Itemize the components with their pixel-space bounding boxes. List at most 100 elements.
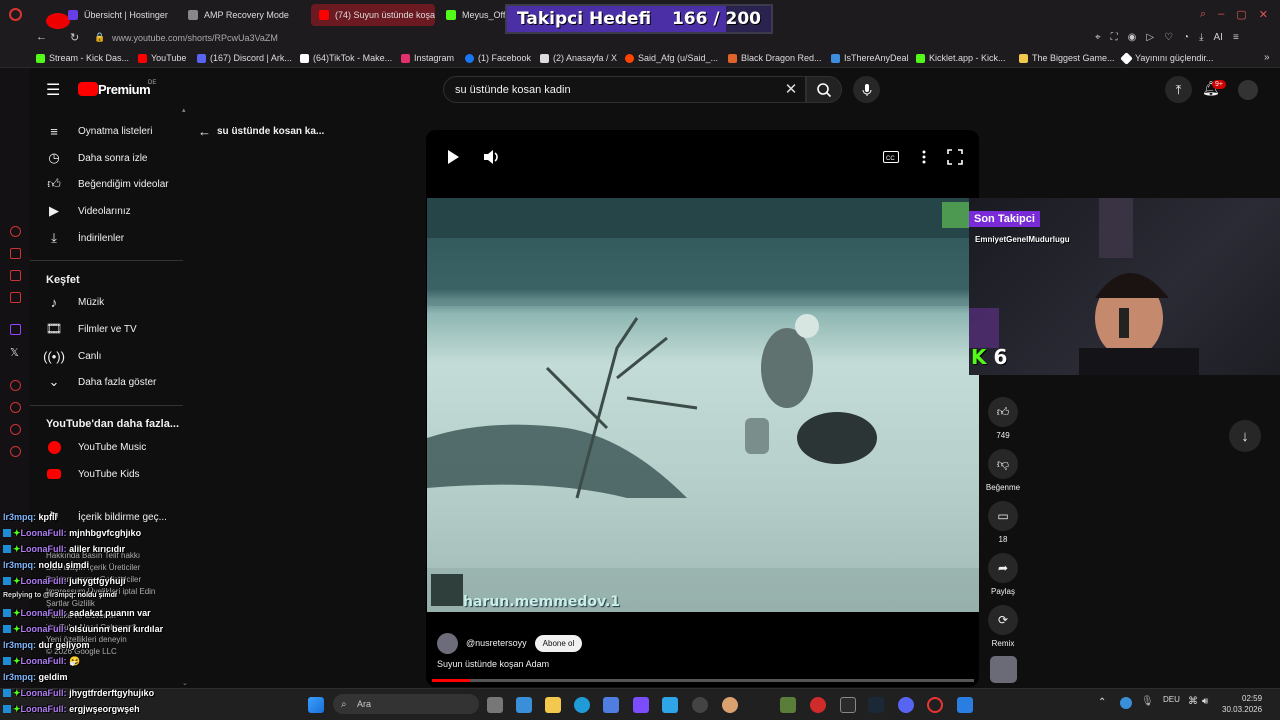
play-icon[interactable] <box>444 148 462 166</box>
wallet-icon[interactable] <box>10 248 21 259</box>
sidebar-item-youtube-music[interactable]: YouTube Music <box>30 434 180 460</box>
bookmark-youtube[interactable]: YouTube <box>138 53 186 63</box>
tray-mic-icon[interactable]: 🎙︎ <box>1141 696 1154 707</box>
fullscreen-icon[interactable] <box>946 148 964 166</box>
more-options-icon[interactable] <box>915 148 933 166</box>
bookmark-facebook[interactable]: (1) Facebook <box>465 53 531 63</box>
heart-icon[interactable]: ♡ <box>1164 32 1173 43</box>
extensions-icon[interactable] <box>10 424 21 435</box>
remix-button[interactable]: ⟳ Remix <box>988 605 1018 648</box>
twitch-icon[interactable] <box>10 324 21 335</box>
bookmark-kick-stream[interactable]: Stream - Kick Das... <box>36 53 129 63</box>
bookmark-tiktok[interactable]: (64)TikTok - Make... <box>300 53 392 63</box>
sidebar-item-downloads[interactable]: ⤓ İndirilenler <box>30 225 180 251</box>
epic-games-icon[interactable] <box>840 697 856 713</box>
maximize-icon[interactable]: ▢ <box>1236 8 1246 22</box>
app-round-icon[interactable] <box>722 697 738 713</box>
bookmark-kicklet[interactable]: Kicklet.app - Kick... <box>916 53 1006 63</box>
channel-avatar[interactable] <box>437 632 458 654</box>
minecraft-icon[interactable] <box>780 697 796 713</box>
like-button[interactable]: 👍︎ 749 <box>988 397 1018 440</box>
scroll-up-arrow-icon[interactable]: ▴ <box>182 106 186 114</box>
snapshot-icon[interactable]: ⛶ <box>1111 32 1118 43</box>
x-sidebar-icon[interactable]: 𝕏 <box>10 346 19 359</box>
bookmark-yayin[interactable]: Yayınını güçlendir... <box>1120 51 1213 65</box>
taskbar-search[interactable]: ⌕ Ara <box>333 694 479 714</box>
windows-start-icon[interactable] <box>308 697 324 713</box>
widgets-icon[interactable] <box>516 697 532 713</box>
sidebar-item-playlists[interactable]: ≡ Oynatma listeleri <box>30 118 180 144</box>
tab-kick[interactable]: Meyus_Offi <box>438 4 506 26</box>
task-view-icon[interactable] <box>487 697 503 713</box>
sidebar-item-liked-videos[interactable]: 👍︎ Beğendiğim videolar <box>30 171 180 197</box>
bookmark-black-dragon[interactable]: Black Dragon Red... <box>728 53 822 63</box>
app-icon[interactable] <box>662 697 678 713</box>
video-progress-bar[interactable] <box>432 679 974 682</box>
tab-amp-recovery[interactable]: AMP Recovery Mode <box>180 4 308 26</box>
opera-logo-icon[interactable] <box>9 8 22 21</box>
voice-search-button[interactable] <box>853 76 880 103</box>
player-circle-icon[interactable] <box>10 380 21 391</box>
short-video-frame[interactable] <box>427 198 979 612</box>
short-title[interactable]: Suyun üstünde koşan Adam <box>437 659 549 669</box>
search-input[interactable]: su üstünde kosan kadin <box>443 76 806 103</box>
menu-icon[interactable]: ≡ <box>1233 32 1239 43</box>
bookmark-biggest-game[interactable]: The Biggest Game... <box>1019 53 1115 63</box>
keyboard-language[interactable]: DEU <box>1163 695 1180 704</box>
ai-icon[interactable]: AI <box>1214 32 1223 43</box>
app-circle-icon[interactable] <box>692 697 708 713</box>
tray-overflow-icon[interactable]: ⌃ <box>1098 697 1106 708</box>
bookmark-instagram[interactable]: Instagram <box>401 53 454 63</box>
clear-search-icon[interactable]: ✕ <box>783 80 799 98</box>
aria-icon[interactable] <box>10 226 21 237</box>
sidebar-item-youtube-kids[interactable]: YouTube Kids <box>30 461 180 487</box>
edge-icon[interactable] <box>574 697 590 713</box>
tray-app-icon[interactable] <box>1120 697 1132 709</box>
minimize-icon[interactable]: – <box>1218 8 1224 22</box>
bookmark-x[interactable]: (2) Anasayfa / X <box>540 53 617 63</box>
back-arrow-icon[interactable]: ← <box>36 31 47 43</box>
premium-logo-text[interactable]: Premium <box>98 82 151 97</box>
captions-icon[interactable]: CC <box>882 148 900 166</box>
shield-icon[interactable] <box>957 697 973 713</box>
share-button[interactable]: ➦ Paylaş <box>988 553 1018 596</box>
channel-name[interactable]: @nusretersoyy <box>466 638 527 648</box>
search-tabs-icon[interactable]: ⌕ <box>1200 8 1206 22</box>
messenger-icon[interactable] <box>10 270 21 281</box>
sidebar-item-show-more[interactable]: ⌄ Daha fazla göster <box>30 369 180 395</box>
more-bookmarks-icon[interactable]: » <box>1264 52 1270 63</box>
create-button[interactable]: ⤒ <box>1165 76 1192 103</box>
sidebar-item-music[interactable]: ♪ Müzik <box>30 289 180 315</box>
sound-thumbnail[interactable] <box>990 656 1017 683</box>
tray-status[interactable]: ⌘ 🔊︎ <box>1188 696 1208 707</box>
file-explorer-icon[interactable] <box>545 697 561 713</box>
next-short-button[interactable]: ↓ <box>1229 420 1261 452</box>
back-to-search[interactable]: ← su üstünde kosan ka... <box>198 123 348 139</box>
clock[interactable]: 02:59 30.03.2026 <box>1222 693 1262 715</box>
close-icon[interactable]: ✕ <box>1259 8 1268 22</box>
tab-hostinger[interactable]: Übersicht | Hostinger <box>60 4 180 26</box>
account-icon[interactable]: ◔ <box>1183 32 1189 43</box>
camera-icon[interactable]: ◉ <box>1128 32 1137 43</box>
app-grid-icon[interactable] <box>633 697 649 713</box>
youtube-logo-icon[interactable] <box>78 82 98 96</box>
url-field[interactable]: www.youtube.com/shorts/RPcwUa3VaZM <box>112 33 278 43</box>
sidebar-item-your-videos[interactable]: ▶ Videolarınız <box>30 198 180 224</box>
sidebar-item-watch-later[interactable]: ◷ Daha sonra izle <box>30 145 180 171</box>
search-button[interactable] <box>806 76 842 103</box>
volume-icon[interactable] <box>482 148 500 166</box>
steam-icon[interactable] <box>868 697 884 713</box>
settings-icon[interactable] <box>10 446 21 457</box>
comments-button[interactable]: ▭ 18 <box>988 501 1018 544</box>
opera-gx-icon[interactable] <box>927 697 943 713</box>
tab-youtube-active[interactable]: (74) Suyun üstünde koşan <box>311 4 435 26</box>
bookmark-reddit[interactable]: Said_Afg (u/Said_... <box>625 53 718 63</box>
record-icon[interactable] <box>810 697 826 713</box>
hamburger-menu-icon[interactable]: ☰ <box>46 80 60 100</box>
subscribe-button[interactable]: Abone ol <box>534 634 583 652</box>
store-icon[interactable] <box>603 697 619 713</box>
play-icon[interactable]: ▷ <box>1146 32 1154 43</box>
reload-icon[interactable]: ↻ <box>70 31 79 44</box>
bookmark-isthereanydeal[interactable]: IsThereAnyDeal <box>831 53 909 63</box>
sidebar-item-live[interactable]: ((•)) Canlı <box>30 343 180 369</box>
